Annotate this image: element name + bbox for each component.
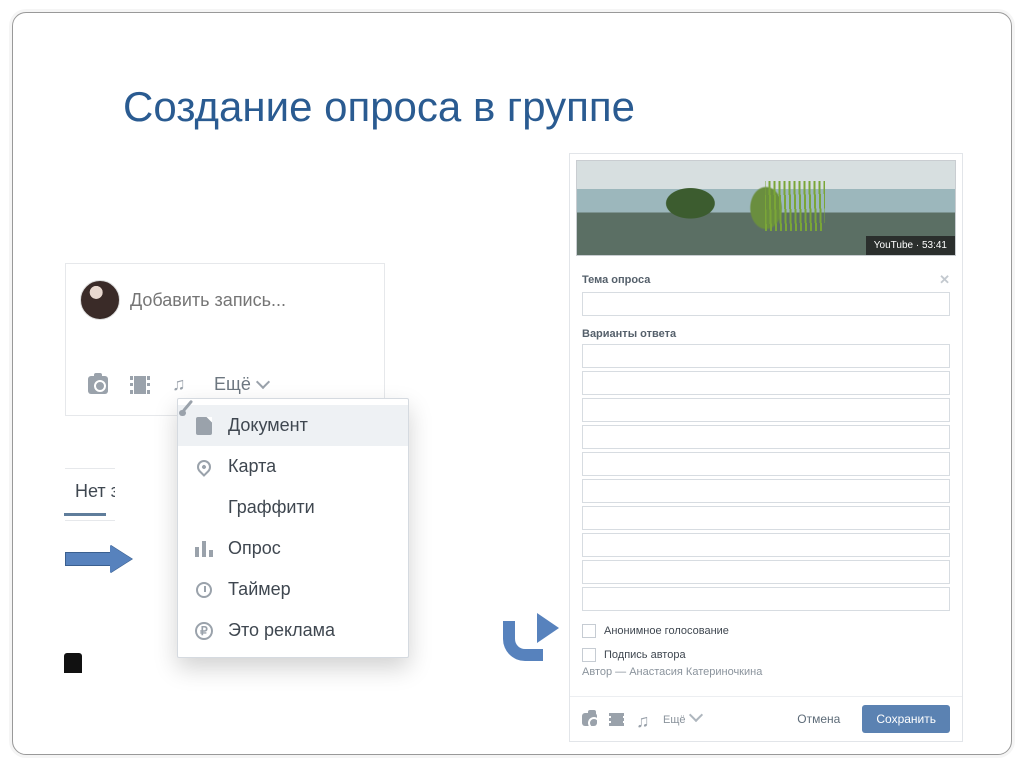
pointer-arrow-left [65, 545, 135, 573]
save-button[interactable]: Сохранить [862, 705, 950, 733]
poll-option-input[interactable] [582, 560, 950, 584]
poll-options-label: Варианты ответа [582, 328, 676, 340]
music-icon[interactable] [172, 376, 192, 394]
poll-option-input[interactable] [582, 506, 950, 530]
chevron-down-icon [256, 375, 270, 389]
chevron-down-icon [689, 707, 703, 721]
cropped-element [64, 653, 82, 673]
checkbox-icon [582, 648, 596, 662]
more-dropdown-trigger[interactable]: Ещё [663, 713, 701, 726]
poll-topic-input[interactable] [582, 292, 950, 316]
composer-panel: Ещё Документ Карта Граффити Опрос [65, 263, 385, 416]
video-duration-badge: YouTube · 53:41 [866, 236, 955, 255]
dropdown-label: Граффити [228, 497, 315, 518]
video-icon[interactable] [609, 713, 624, 726]
post-input[interactable] [130, 290, 368, 311]
dropdown-label: Это реклама [228, 620, 335, 641]
document-icon [194, 416, 214, 436]
dropdown-item-ad[interactable]: ₽ Это реклама [178, 610, 408, 651]
dropdown-item-document[interactable]: Документ [178, 405, 408, 446]
clock-icon [194, 580, 214, 600]
close-icon[interactable]: ✕ [939, 272, 950, 288]
camera-icon[interactable] [88, 376, 108, 394]
map-pin-icon [194, 457, 214, 477]
slide-frame: Создание опроса в группе Ещё Документ [12, 12, 1012, 755]
poll-option-input[interactable] [582, 425, 950, 449]
poll-option-input[interactable] [582, 344, 950, 368]
dropdown-item-map[interactable]: Карта [178, 446, 408, 487]
avatar[interactable] [80, 280, 120, 320]
poll-option-input[interactable] [582, 479, 950, 503]
music-icon[interactable] [636, 713, 651, 726]
attached-video-thumb[interactable]: YouTube · 53:41 [576, 160, 956, 256]
poll-option-input[interactable] [582, 452, 950, 476]
composer-box: Ещё [65, 263, 385, 416]
slide-title: Создание опроса в группе [123, 83, 635, 131]
poll-topic-label: Тема опроса [582, 274, 650, 286]
dropdown-item-timer[interactable]: Таймер [178, 569, 408, 610]
pointer-arrow-right [503, 607, 575, 663]
cancel-button[interactable]: Отмена [787, 706, 850, 732]
ruble-icon: ₽ [194, 621, 214, 641]
video-icon[interactable] [130, 376, 150, 394]
dropdown-label: Карта [228, 456, 276, 477]
attach-dropdown: Документ Карта Граффити Опрос Таймер ₽ Э… [177, 398, 409, 658]
checkbox-icon [582, 624, 596, 638]
signature-checkbox-row[interactable]: Подпись автора [582, 648, 950, 662]
dropdown-item-graffiti[interactable]: Граффити [178, 487, 408, 528]
author-line: Автор — Анастасия Катериночкина [582, 666, 950, 678]
form-footer: Ещё Отмена Сохранить [570, 696, 962, 741]
more-dropdown-trigger[interactable]: Ещё [214, 374, 268, 395]
signature-label: Подпись автора [604, 649, 686, 661]
brush-icon [194, 498, 214, 518]
anonymous-label: Анонимное голосование [604, 625, 729, 637]
poll-form-panel: YouTube · 53:41 Тема опроса ✕ Варианты о… [569, 153, 963, 742]
tab-underline [64, 513, 106, 516]
poll-option-input[interactable] [582, 371, 950, 395]
poll-icon [194, 539, 214, 559]
dropdown-label: Опрос [228, 538, 281, 559]
dropdown-label: Документ [228, 415, 308, 436]
more-label-text: Ещё [214, 374, 251, 394]
poll-option-input[interactable] [582, 398, 950, 422]
poll-option-input[interactable] [582, 587, 950, 611]
anonymous-checkbox-row[interactable]: Анонимное голосование [582, 624, 950, 638]
poll-option-input[interactable] [582, 533, 950, 557]
camera-icon[interactable] [582, 713, 597, 726]
dropdown-item-poll[interactable]: Опрос [178, 528, 408, 569]
dropdown-label: Таймер [228, 579, 291, 600]
